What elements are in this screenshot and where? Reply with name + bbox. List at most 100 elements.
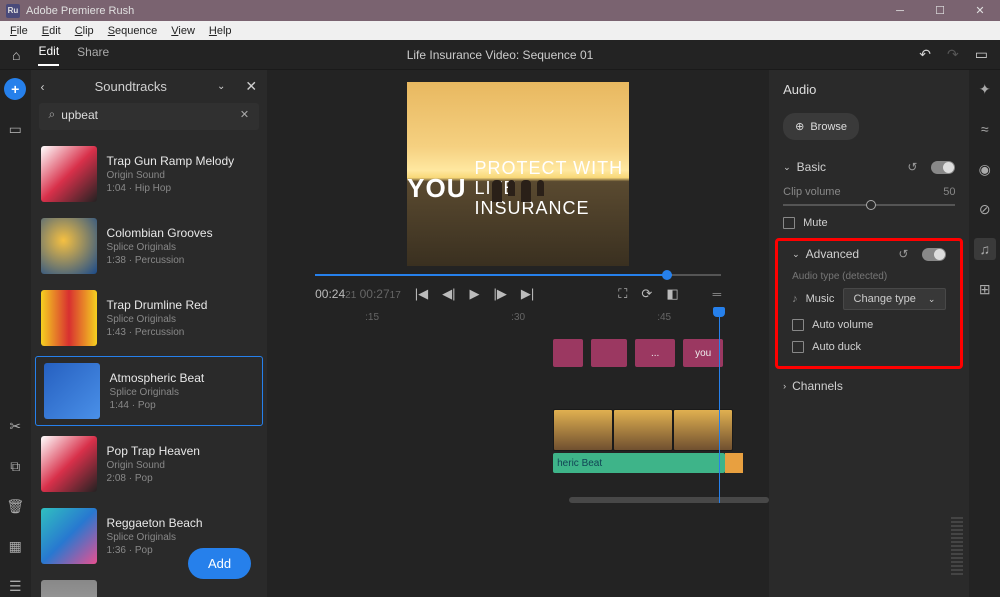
snapshot-icon[interactable]: ◧ xyxy=(666,286,678,302)
clip-volume-label: Clip volume xyxy=(783,186,840,198)
track-item[interactable]: Trap Gun Ramp Melody Origin Sound 1:04 ·… xyxy=(31,138,268,210)
track-name: Pop Trap Heaven xyxy=(107,444,200,458)
menu-edit[interactable]: Edit xyxy=(36,23,67,39)
change-type-dropdown[interactable]: Change type ⌄ xyxy=(843,288,947,310)
search-field[interactable]: ⌕ ✕ xyxy=(39,103,260,130)
titlebar: Ru Adobe Premiere Rush ─ ☐ ✕ xyxy=(0,0,1000,21)
audio-clip-transition[interactable] xyxy=(725,453,743,473)
project-panel-icon[interactable]: ▭ xyxy=(4,118,26,140)
auto-volume-checkbox[interactable] xyxy=(792,319,804,331)
minimize-button[interactable]: ─ xyxy=(880,0,920,21)
sidebar-dropdown-icon[interactable]: ⌄ xyxy=(217,81,225,92)
search-icon: ⌕ xyxy=(49,107,56,122)
chevron-down-icon: ⌄ xyxy=(792,249,800,260)
playhead[interactable] xyxy=(719,315,720,503)
track-item[interactable]: Atmospheric Beat Splice Originals 1:44 ·… xyxy=(35,356,264,426)
basic-section-header[interactable]: ⌄ Basic ↺ xyxy=(769,154,969,180)
menu-view[interactable]: View xyxy=(165,23,201,39)
audio-icon[interactable]: ♫ xyxy=(974,238,996,260)
mute-checkbox[interactable] xyxy=(783,217,795,229)
speed-icon[interactable]: ⊘ xyxy=(974,198,996,220)
back-icon[interactable]: ‹ xyxy=(41,80,45,94)
add-track-button[interactable]: Add xyxy=(188,548,251,579)
menu-clip[interactable]: Clip xyxy=(69,23,100,39)
clip-volume-row: Clip volume 50 xyxy=(769,180,969,212)
track-item[interactable]: Colombian Grooves Splice Originals 1:38 … xyxy=(31,210,268,282)
browse-button[interactable]: ⊕Browse xyxy=(783,113,859,140)
titles-icon[interactable]: ✦ xyxy=(974,78,996,100)
auto-duck-checkbox[interactable] xyxy=(792,341,804,353)
loop-icon[interactable]: ⟳ xyxy=(641,286,652,302)
play-icon[interactable]: ▶ xyxy=(470,286,480,302)
track-thumbnail xyxy=(41,146,97,202)
close-panel-icon[interactable]: ✕ xyxy=(245,78,257,95)
text-clip[interactable]: you xyxy=(683,339,723,367)
duplicate-icon[interactable]: ⧉ xyxy=(4,455,26,477)
fullscreen-icon[interactable]: ⛶ xyxy=(618,286,627,302)
search-input[interactable] xyxy=(61,108,240,122)
reset-advanced-icon[interactable]: ↺ xyxy=(898,247,908,261)
channels-section-header[interactable]: › Channels xyxy=(769,373,969,399)
text-clip[interactable] xyxy=(591,339,627,367)
menu-file[interactable]: File xyxy=(4,23,34,39)
clear-search-icon[interactable]: ✕ xyxy=(240,108,249,121)
scrubber-handle[interactable] xyxy=(662,270,672,280)
step-back-icon[interactable]: ◀| xyxy=(442,286,455,302)
tab-share[interactable]: Share xyxy=(77,45,109,65)
step-forward-icon[interactable]: |▶ xyxy=(494,286,507,302)
preview: YOU PROTECT WITH LIFE INSURANCE xyxy=(267,70,769,266)
track-source: Splice Originals xyxy=(107,314,208,325)
video-clip[interactable] xyxy=(553,409,613,451)
video-clip[interactable] xyxy=(673,409,733,451)
audio-track[interactable]: heric Beat xyxy=(553,453,769,473)
add-media-button[interactable]: + xyxy=(4,78,26,100)
menu-sequence[interactable]: Sequence xyxy=(102,23,164,39)
undo-icon[interactable]: ↶ xyxy=(919,46,931,63)
track-thumbnail xyxy=(41,580,97,597)
track-item[interactable]: Pop Trap Heaven Origin Sound 2:08 · Pop xyxy=(31,428,268,500)
slider-knob[interactable] xyxy=(866,200,876,210)
advanced-section-header[interactable]: ⌄ Advanced ↺ xyxy=(778,241,960,267)
text-clip[interactable]: ... xyxy=(635,339,675,367)
text-clip[interactable] xyxy=(553,339,583,367)
cut-icon[interactable]: ✂ xyxy=(4,415,26,437)
video-track[interactable] xyxy=(553,409,769,451)
delete-icon[interactable]: 🗑 xyxy=(4,495,26,517)
track-name: Trap Gun Ramp Melody xyxy=(107,154,235,168)
track-item[interactable]: Trap Drumline Red Splice Originals 1:43 … xyxy=(31,282,268,354)
track-thumbnail xyxy=(41,218,97,274)
transitions-icon[interactable]: ≈ xyxy=(974,118,996,140)
scrubber[interactable] xyxy=(315,274,721,276)
audio-clip[interactable]: heric Beat xyxy=(553,453,725,473)
timeline[interactable]: ... you heric Beat xyxy=(267,327,769,503)
reset-basic-icon[interactable]: ↺ xyxy=(907,160,917,174)
tab-edit[interactable]: Edit xyxy=(38,44,59,66)
close-window-button[interactable]: ✕ xyxy=(960,0,1000,21)
transform-icon[interactable]: ⊞ xyxy=(974,278,996,300)
auto-duck-label: Auto duck xyxy=(812,341,861,353)
comment-icon[interactable]: ▭ xyxy=(975,46,988,63)
audio-type-value: Music xyxy=(806,293,835,305)
go-start-icon[interactable]: |◀ xyxy=(415,286,428,302)
video-clip[interactable] xyxy=(613,409,673,451)
clip-volume-slider[interactable] xyxy=(783,204,955,206)
go-end-icon[interactable]: ▶| xyxy=(521,286,534,302)
track-options-icon[interactable]: ═ xyxy=(713,287,722,301)
volume-meter xyxy=(951,517,963,577)
right-rail: ✦ ≈ ◉ ⊘ ♫ ⊞ xyxy=(969,70,1000,597)
chevron-down-icon: ⌄ xyxy=(783,162,791,173)
soundtracks-panel: ‹ Soundtracks ⌄ ✕ ⌕ ✕ Trap Gun Ramp Melo… xyxy=(31,70,268,597)
menu-help[interactable]: Help xyxy=(203,23,238,39)
basic-toggle[interactable] xyxy=(931,161,955,174)
advanced-toggle[interactable] xyxy=(922,248,946,261)
list-view-icon[interactable]: ☰ xyxy=(4,575,26,597)
maximize-button[interactable]: ☐ xyxy=(920,0,960,21)
timeline-scrollbar[interactable] xyxy=(569,497,769,503)
home-icon[interactable]: ⌂ xyxy=(12,47,20,63)
track-thumbnail xyxy=(44,363,100,419)
track-view-icon[interactable]: ▦ xyxy=(4,535,26,557)
app-name: Adobe Premiere Rush xyxy=(26,5,134,17)
color-icon[interactable]: ◉ xyxy=(974,158,996,180)
redo-icon[interactable]: ↷ xyxy=(947,46,959,63)
preview-text-line1: PROTECT WITH xyxy=(474,159,629,179)
